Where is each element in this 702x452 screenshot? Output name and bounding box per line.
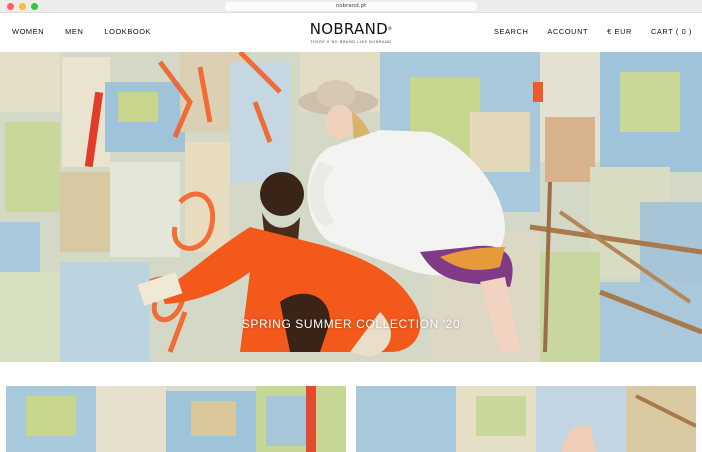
hero-banner[interactable]: SPRING SUMMER COLLECTION '20 — [0, 52, 702, 362]
browser-chrome: nobrand.pt — [0, 0, 702, 13]
logo-tagline: THERE'S NO BRAND LIKE NOBRAND — [310, 40, 392, 44]
logo-wordmark: NOBRAND — [309, 20, 388, 38]
collection-tile-image — [6, 386, 346, 452]
site-header: WOMEN MEN LOOKBOOK NOBRAND® THERE'S NO B… — [0, 13, 702, 52]
cart-link[interactable]: CART ( 0 ) — [651, 27, 692, 36]
collection-tile[interactable] — [356, 386, 696, 452]
collection-tile[interactable] — [6, 386, 346, 452]
search-link[interactable]: SEARCH — [494, 27, 528, 36]
hero-image — [0, 52, 702, 362]
address-bar[interactable]: nobrand.pt — [225, 2, 477, 11]
browser-window: nobrand.pt WOMEN MEN LOOKBOOK NOBRAND® T… — [0, 0, 702, 452]
registered-mark-icon: ® — [387, 26, 393, 31]
hero-title[interactable]: SPRING SUMMER COLLECTION '20 — [0, 317, 702, 331]
maximize-window-icon[interactable] — [31, 3, 38, 10]
account-link[interactable]: ACCOUNT — [547, 27, 588, 36]
currency-selector[interactable]: € EUR — [607, 27, 632, 36]
close-window-icon[interactable] — [7, 3, 14, 10]
utility-nav: SEARCH ACCOUNT € EUR CART ( 0 ) — [494, 27, 692, 36]
minimize-window-icon[interactable] — [19, 3, 26, 10]
collection-tile-image — [356, 386, 696, 452]
